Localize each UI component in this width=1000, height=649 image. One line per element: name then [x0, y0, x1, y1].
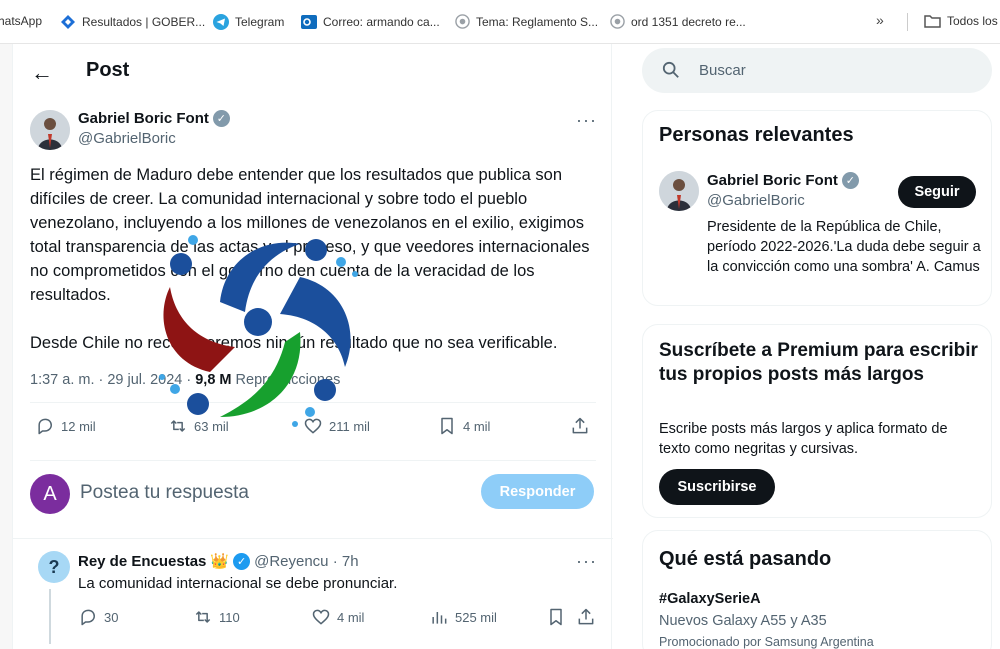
reply-author-name[interactable]: Rey de Encuestas: [78, 553, 206, 570]
follow-button[interactable]: Seguir: [898, 176, 976, 208]
bookmark-label: Telegram: [235, 15, 285, 29]
bookmark-resultados[interactable]: Resultados | GOBER...: [60, 14, 205, 30]
page-title: Post: [86, 59, 130, 81]
premium-card: Suscríbete a Premium para escribir tus p…: [642, 324, 992, 518]
reply-action[interactable]: 12 mil: [35, 416, 96, 436]
repost-count: 110: [219, 609, 240, 625]
reply-handle-time[interactable]: @Reyencu · 7h: [254, 553, 358, 570]
person-bio: Presidente de la República de Chile, per…: [707, 219, 981, 275]
crown-emoji: 👑: [210, 553, 230, 570]
repost-icon: [195, 611, 211, 623]
bookmark-reglamento[interactable]: Tema: Reglamento S...: [455, 14, 598, 29]
share-action[interactable]: [576, 607, 596, 627]
bookmark-label: ord 1351 decreto re...: [631, 14, 746, 29]
search-icon: [662, 61, 679, 78]
bookmarks-bar: hatsApp Resultados | GOBER... Telegram C…: [0, 0, 1000, 44]
author-name-text: Gabriel Boric Font: [78, 110, 209, 127]
author-handle[interactable]: @GabrielBoric: [78, 130, 176, 147]
reply-post[interactable]: ? Rey de Encuestas 👑 ✓ @Reyencu · 7h ···…: [13, 539, 613, 649]
all-bookmarks-folder[interactable]: Todos los: [924, 14, 998, 28]
watermark-logo: [159, 235, 358, 427]
person-name-text: Gabriel Boric Font: [707, 172, 838, 189]
reply-composer: A Postea tu respuesta Responder: [13, 464, 613, 524]
post-header: ← Post: [13, 44, 613, 97]
person-name[interactable]: Gabriel Boric Font ✓: [707, 172, 859, 189]
trend-subtitle: Nuevos Galaxy A55 y A35: [659, 613, 827, 629]
bookmark-label: hatsApp: [0, 14, 43, 28]
bookmarks-overflow-button[interactable]: »: [876, 12, 884, 28]
reply-count: 30: [104, 609, 119, 625]
bookmarks-separator: [907, 13, 908, 31]
more-options-icon[interactable]: ···: [576, 110, 597, 131]
views-action[interactable]: 525 mil: [429, 607, 497, 627]
verified-badge-icon: ✓: [212, 110, 230, 127]
analytics-icon: [432, 612, 447, 624]
premium-title: Suscríbete a Premium para escribir tus p…: [659, 340, 978, 385]
reply-action[interactable]: 30: [78, 607, 118, 627]
folder-icon: [924, 15, 941, 28]
bookmark-label: Correo: armando ca...: [323, 15, 440, 29]
bookmark-ord-1351[interactable]: ord 1351 decreto re...: [610, 14, 746, 29]
like-action[interactable]: 4 mil: [311, 607, 364, 627]
card-title: Personas relevantes: [659, 124, 854, 146]
person-avatar-icon: [659, 171, 699, 211]
reply-author-avatar[interactable]: ?: [38, 551, 70, 583]
repost-action[interactable]: 110: [193, 607, 240, 627]
diamond-icon: [61, 15, 75, 29]
person-handle[interactable]: @GabrielBoric: [707, 192, 805, 209]
premium-description: Escribe posts más largos y aplica format…: [659, 421, 948, 457]
all-bookmarks-label: Todos los: [947, 14, 998, 28]
more-options-icon[interactable]: ···: [576, 551, 597, 572]
bookmark-action[interactable]: 4 mil: [437, 416, 490, 436]
bookmark-correo[interactable]: Correo: armando ca...: [301, 14, 440, 30]
bookmark-whatsapp[interactable]: hatsApp: [0, 14, 42, 28]
search-input[interactable]: Buscar: [699, 62, 746, 79]
person-avatar-icon: [30, 110, 70, 150]
bookmark-icon: [441, 417, 453, 435]
reply-author: Rey de Encuestas 👑 ✓ @Reyencu · 7h: [78, 552, 359, 570]
bookmark-action[interactable]: [546, 607, 566, 627]
outlook-icon: [301, 15, 317, 29]
author-avatar[interactable]: [30, 110, 70, 150]
seal-icon: [455, 14, 470, 29]
seal-icon: [610, 14, 625, 29]
author-name[interactable]: Gabriel Boric Font ✓: [78, 110, 230, 127]
reply-submit-button[interactable]: Responder: [481, 474, 594, 509]
share-action[interactable]: [570, 416, 590, 436]
verified-badge-icon: ✓: [233, 552, 251, 570]
person-avatar[interactable]: [659, 171, 699, 211]
reply-icon: [38, 418, 52, 435]
card-title: Qué está pasando: [659, 548, 832, 570]
subscribe-button[interactable]: Suscribirse: [659, 469, 775, 505]
search-box[interactable]: Buscar: [642, 48, 992, 93]
trends-card: Qué está pasando #GalaxySerieA Nuevos Ga…: [642, 530, 992, 649]
relevant-people-card: Personas relevantes Gabriel Boric Font ✓…: [642, 110, 992, 306]
bookmark-label: Tema: Reglamento S...: [476, 14, 599, 29]
reply-input[interactable]: Postea tu respuesta: [80, 482, 249, 504]
reply-text: La comunidad internacional se debe pronu…: [78, 575, 398, 592]
bookmark-telegram[interactable]: Telegram: [213, 14, 284, 30]
verified-badge-icon: ✓: [841, 172, 859, 189]
share-icon: [578, 608, 594, 625]
telegram-icon: [213, 14, 229, 30]
bookmark-count: 4 mil: [463, 418, 491, 434]
back-arrow-icon[interactable]: ←: [31, 60, 53, 86]
bookmark-icon: [550, 608, 562, 626]
bookmark-label: Resultados | GOBER...: [82, 15, 206, 29]
like-count: 4 mil: [337, 609, 365, 625]
views-count: 525 mil: [455, 609, 497, 625]
left-gutter: [0, 44, 12, 649]
trend-promoted: Promocionado por Samsung Argentina: [659, 635, 874, 649]
trend-hashtag[interactable]: #GalaxySerieA: [659, 591, 761, 607]
share-icon: [572, 417, 588, 434]
reply-count: 12 mil: [61, 418, 96, 434]
heart-icon: [312, 609, 330, 625]
user-avatar[interactable]: A: [30, 474, 70, 514]
reply-icon: [81, 609, 95, 626]
divider: [30, 460, 596, 461]
thread-line: [49, 589, 51, 644]
